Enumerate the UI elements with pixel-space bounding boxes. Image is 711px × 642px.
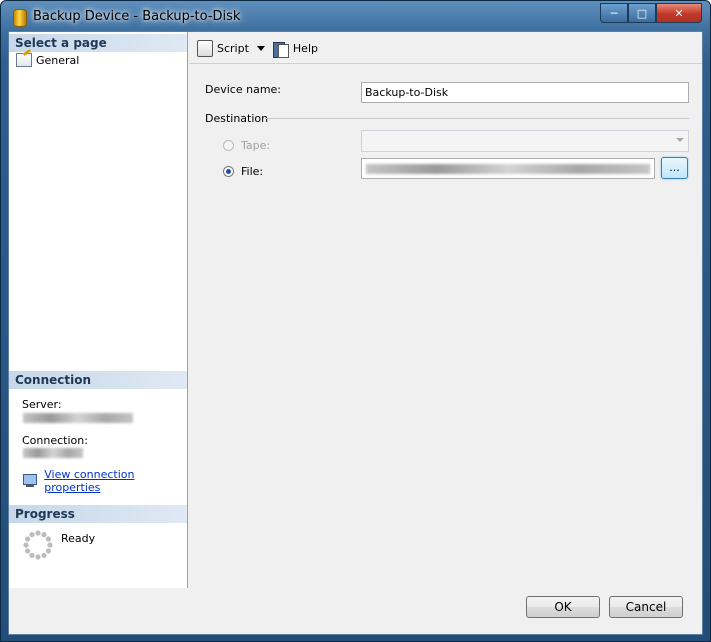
backup-device-window: Backup Device - Backup-to-Disk ─ □ ✕ Sel… xyxy=(0,0,711,642)
left-pane: Select a page General Connection Server:… xyxy=(9,32,188,588)
close-icon: ✕ xyxy=(674,6,684,20)
maximize-button[interactable]: □ xyxy=(628,3,656,23)
tape-dropdown[interactable] xyxy=(361,130,689,152)
help-book-icon xyxy=(272,41,289,58)
view-connection-properties[interactable]: View connection properties xyxy=(23,468,187,494)
connection-properties-icon xyxy=(23,474,38,488)
page-item-label: General xyxy=(36,53,80,67)
script-icon xyxy=(197,40,213,57)
window-title: Backup Device - Backup-to-Disk xyxy=(33,9,241,24)
maximize-icon: □ xyxy=(636,6,648,20)
destination-group-label: Destination xyxy=(205,112,269,125)
device-name-input[interactable] xyxy=(361,82,689,103)
title-bar[interactable]: Backup Device - Backup-to-Disk ─ □ ✕ xyxy=(1,1,710,31)
page-properties-icon xyxy=(16,53,32,67)
device-name-label: Device name: xyxy=(205,83,282,96)
caption-buttons: ─ □ ✕ xyxy=(600,3,702,23)
cancel-button[interactable]: Cancel xyxy=(609,596,683,618)
server-value-redacted xyxy=(23,413,133,423)
browse-file-button[interactable]: ... xyxy=(661,157,688,179)
file-path-redacted xyxy=(366,164,650,174)
chevron-down-icon xyxy=(676,138,684,142)
help-label: Help xyxy=(292,42,318,55)
database-icon xyxy=(13,9,27,27)
toolbar: Script Help xyxy=(189,34,702,64)
help-button[interactable]: Help xyxy=(272,41,318,58)
script-label: Script xyxy=(217,42,249,55)
file-path-input[interactable] xyxy=(361,158,655,179)
general-page-content: Device name: Destination Tape: File: ... xyxy=(189,65,702,587)
close-button[interactable]: ✕ xyxy=(656,3,702,23)
progress-status: Ready xyxy=(61,532,96,545)
tape-radio[interactable] xyxy=(223,140,234,151)
tape-label: Tape: xyxy=(241,139,271,152)
destination-divider xyxy=(265,118,689,119)
select-page-header: Select a page xyxy=(9,34,187,52)
connection-header: Connection xyxy=(9,371,187,389)
file-radio[interactable] xyxy=(223,166,234,177)
connection-label: Connection: xyxy=(22,434,88,447)
server-label: Server: xyxy=(22,398,62,411)
view-connection-link[interactable]: View connection properties xyxy=(44,468,187,494)
minimize-button[interactable]: ─ xyxy=(600,3,628,23)
progress-header: Progress xyxy=(9,505,187,523)
script-dropdown-arrow-icon[interactable] xyxy=(256,46,265,51)
script-button[interactable]: Script xyxy=(197,40,249,57)
connection-value-redacted xyxy=(23,448,83,458)
dialog-client-area: Select a page General Connection Server:… xyxy=(8,31,703,635)
progress-spinner-icon xyxy=(23,530,53,560)
ok-button[interactable]: OK xyxy=(526,596,600,618)
minimize-icon: ─ xyxy=(610,6,618,20)
page-item-general[interactable]: General xyxy=(16,53,79,67)
file-label: File: xyxy=(241,165,264,178)
